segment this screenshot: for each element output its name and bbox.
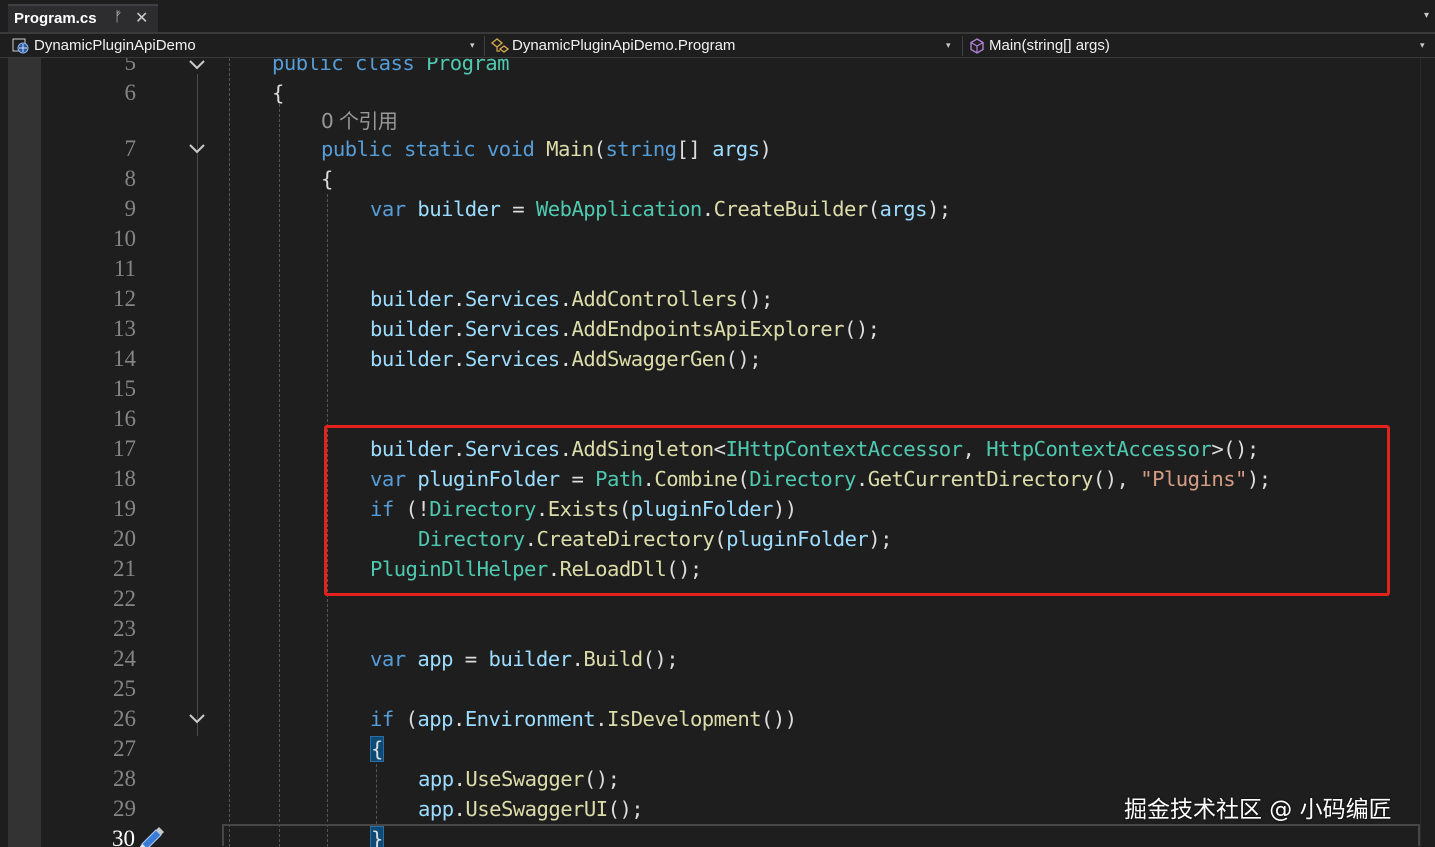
code-text: builder.Services.AddEndpointsApiExplorer… (370, 317, 880, 341)
code-text: { (321, 167, 333, 191)
chevron-down-icon: ▾ (470, 41, 475, 51)
line-number: 13 (113, 316, 136, 341)
line-number: 25 (113, 676, 136, 701)
code-text: builder.Services.AddControllers(); (370, 287, 773, 311)
class-icon (490, 38, 510, 53)
line-number: 9 (124, 196, 137, 221)
code-line-25[interactable]: 25 (0, 674, 1420, 704)
code-line-27[interactable]: 27 { (0, 734, 1420, 764)
pin-icon[interactable]: ᚠ (114, 9, 122, 25)
brace-match-highlight: } (370, 826, 384, 847)
code-editor[interactable]: 5 public class Program 6 { 0 个引用 7 publi… (0, 58, 1435, 847)
code-line-10[interactable]: 10 (0, 224, 1420, 254)
code-text: public class Program (272, 58, 510, 75)
line-number: 10 (113, 226, 136, 251)
project-dropdown[interactable]: DynamicPluginApiDemo ▾ (10, 34, 484, 57)
tab-program-cs[interactable]: Program.cs ᚠ ✕ (8, 4, 158, 32)
close-icon[interactable]: ✕ (135, 8, 148, 27)
member-name: Main(string[] args) (989, 37, 1110, 54)
code-text: public static void Main(string[] args) (321, 137, 772, 161)
code-line-24[interactable]: 24 var app = builder.Build(); (0, 644, 1420, 674)
nav-divider (484, 36, 485, 56)
line-number: 17 (113, 436, 136, 461)
member-dropdown[interactable]: Main(string[] args) ▾ (966, 34, 1432, 57)
line-number: 21 (113, 556, 136, 581)
line-number: 6 (124, 80, 137, 105)
tab-title: Program.cs (14, 10, 97, 27)
line-number: 28 (113, 766, 136, 791)
line-number: 19 (113, 496, 136, 521)
nav-divider (962, 36, 963, 56)
csharp-project-icon (12, 38, 29, 54)
chevron-down-icon: ▾ (946, 41, 951, 51)
line-number: 12 (113, 286, 136, 311)
vertical-scrollbar[interactable] (1420, 58, 1435, 847)
line-number: 8 (124, 166, 137, 191)
line-number: 24 (113, 646, 136, 671)
line-number: 23 (113, 616, 136, 641)
type-name: DynamicPluginApiDemo.Program (512, 37, 736, 54)
document-tab-strip: Program.cs ᚠ ✕ ▾ (0, 0, 1435, 34)
line-number: 18 (113, 466, 136, 491)
code-line-30[interactable]: 30 } (0, 824, 1420, 847)
line-number: 20 (113, 526, 136, 551)
pencil-icon[interactable] (136, 820, 168, 847)
code-line-26[interactable]: 26 if (app.Environment.IsDevelopment()) (0, 704, 1420, 734)
code-text: app.UseSwaggerUI(); (418, 797, 644, 821)
code-line-23[interactable]: 23 (0, 614, 1420, 644)
code-line-15[interactable]: 15 (0, 374, 1420, 404)
tab-overflow-chevron-down-icon[interactable]: ▾ (1424, 10, 1429, 21)
type-dropdown[interactable]: DynamicPluginApiDemo.Program ▾ (488, 34, 962, 57)
brace-match-highlight: { (370, 736, 384, 762)
line-number: 29 (113, 796, 136, 821)
line-number: 7 (124, 136, 137, 161)
code-text: { (272, 81, 284, 105)
highlight-annotation-box (324, 425, 1390, 596)
line-number: 11 (113, 256, 136, 281)
line-number: 15 (113, 376, 136, 401)
code-text: app.UseSwagger(); (418, 767, 620, 791)
reference-count[interactable]: 0 个引用 (321, 106, 398, 136)
code-line-13[interactable]: 13 builder.Services.AddEndpointsApiExplo… (0, 314, 1420, 344)
code-text: if (app.Environment.IsDevelopment()) (370, 707, 797, 731)
code-text: var app = builder.Build(); (370, 647, 679, 671)
method-icon (970, 38, 984, 54)
line-number: 16 (113, 406, 136, 431)
line-number: 26 (113, 706, 136, 731)
code-line-12[interactable]: 12 builder.Services.AddControllers(); (0, 284, 1420, 314)
line-number: 27 (113, 736, 136, 761)
code-line-7[interactable]: 7 public static void Main(string[] args) (0, 134, 1420, 164)
codelens-references[interactable]: 0 个引用 (0, 106, 1420, 136)
line-number: 14 (113, 346, 136, 371)
watermark-text: 掘金技术社区 @ 小码编匠 (1124, 797, 1392, 823)
navigation-bar: DynamicPluginApiDemo ▾ DynamicPluginApiD… (0, 34, 1435, 58)
code-line-11[interactable]: 11 (0, 254, 1420, 284)
code-line-9[interactable]: 9 var builder = WebApplication.CreateBui… (0, 194, 1420, 224)
code-line-14[interactable]: 14 builder.Services.AddSwaggerGen(); (0, 344, 1420, 374)
code-text: var builder = WebApplication.CreateBuild… (370, 197, 951, 221)
code-text: builder.Services.AddSwaggerGen(); (370, 347, 762, 371)
code-line-6[interactable]: 6 { (0, 78, 1420, 108)
code-text: } (370, 824, 384, 847)
code-text: { (370, 734, 384, 764)
line-number: 22 (113, 586, 136, 611)
project-name: DynamicPluginApiDemo (34, 37, 196, 54)
code-line-5[interactable]: 5 public class Program (0, 58, 1420, 78)
code-line-8[interactable]: 8 { (0, 164, 1420, 194)
chevron-down-icon: ▾ (1420, 41, 1425, 51)
line-number: 5 (124, 58, 137, 75)
